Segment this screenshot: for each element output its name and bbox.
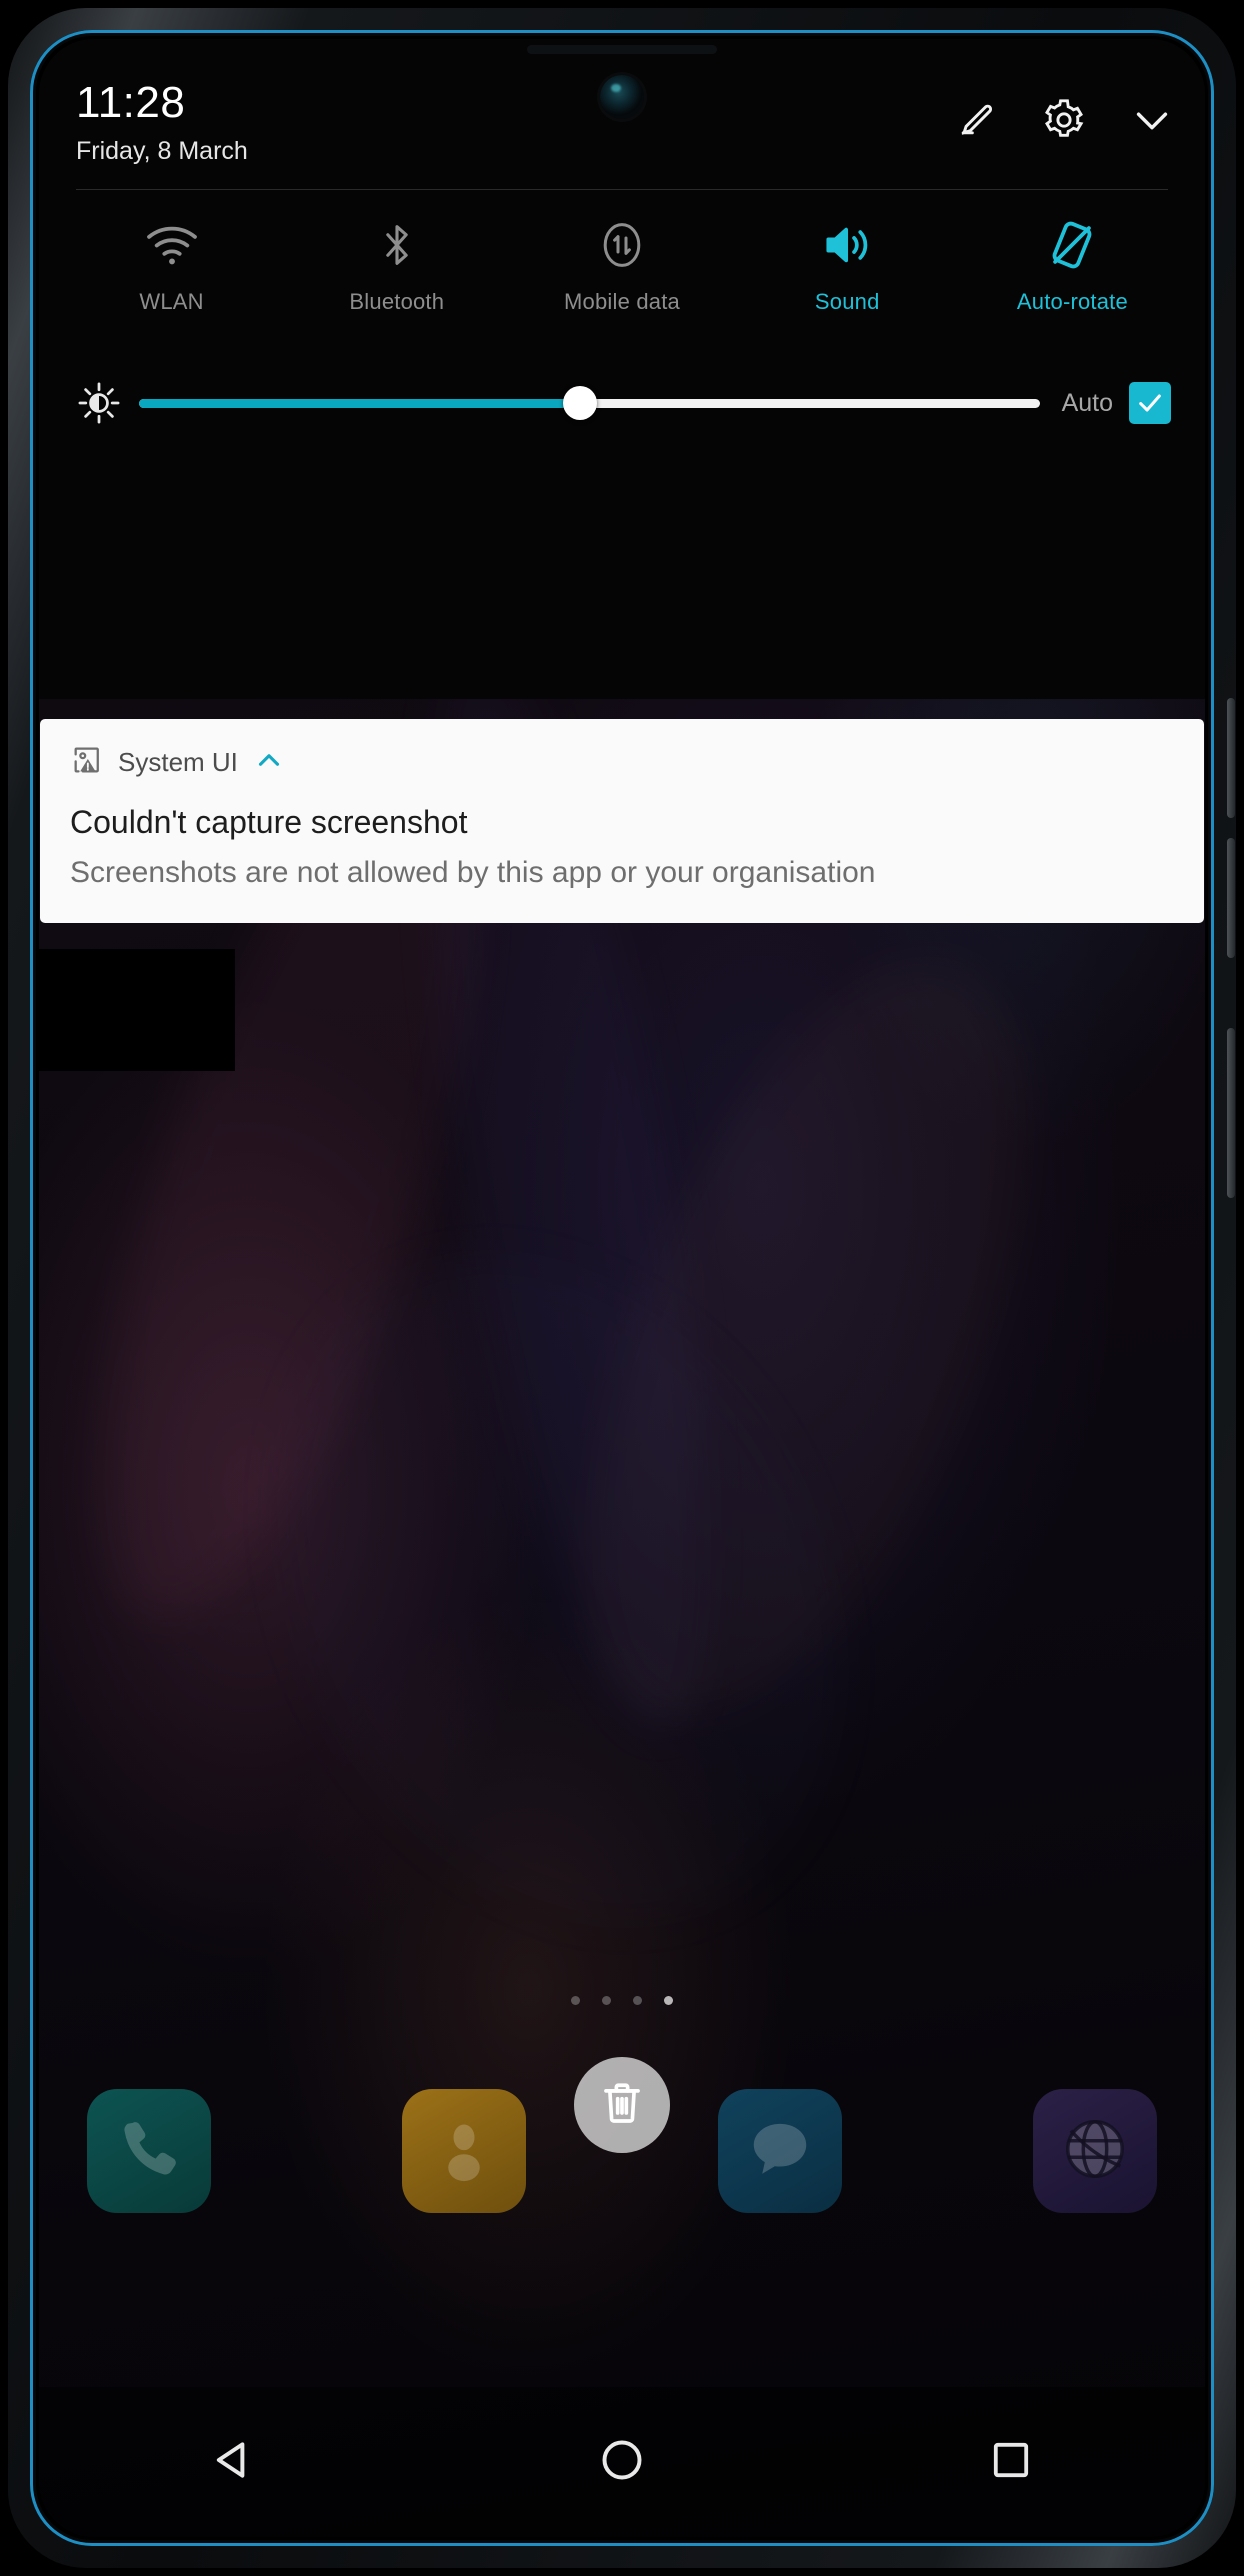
volume-up-button[interactable]	[1227, 698, 1235, 818]
notification-card[interactable]: System UI Couldn't capture screenshot Sc…	[40, 719, 1204, 923]
messages-app[interactable]	[717, 2089, 842, 2213]
quick-toggle-label: Mobile data	[564, 289, 680, 314]
quick-toggle-row: WLAN Bluetooth Mobile data Sound Auto-ro…	[59, 217, 1185, 315]
device-screen: 11:28 Friday, 8 March WLAN Bluetooth Mob…	[39, 39, 1205, 2537]
notification-body: Screenshots are not allowed by this app …	[70, 855, 876, 889]
page-dot[interactable]	[633, 1996, 642, 2005]
front-camera-icon	[600, 75, 644, 119]
auto-rotate-icon	[1045, 217, 1099, 273]
brightness-slider-thumb[interactable]	[563, 386, 598, 420]
status-date: Friday, 8 March	[76, 137, 248, 165]
brightness-slider-fill	[139, 398, 581, 408]
chevron-down-icon[interactable]	[1129, 97, 1175, 143]
settings-icon[interactable]	[1041, 97, 1087, 143]
power-button[interactable]	[1227, 1028, 1235, 1198]
notification-title: Couldn't capture screenshot	[70, 804, 468, 840]
circle-home-icon	[597, 2435, 647, 2490]
recents-button[interactable]	[956, 2407, 1066, 2517]
page-dot-active[interactable]	[664, 1996, 673, 2005]
quick-toggle-mobile-data[interactable]: Mobile data	[509, 217, 734, 315]
bluetooth-icon	[375, 217, 419, 273]
quick-toggle-bluetooth[interactable]: Bluetooth	[284, 217, 509, 315]
remove-trash-button[interactable]	[574, 2057, 670, 2153]
quick-toggle-wlan[interactable]: WLAN	[59, 217, 284, 315]
home-page-indicator	[39, 1996, 1205, 2005]
wifi-icon	[145, 217, 199, 273]
phone-device-frame: 11:28 Friday, 8 March WLAN Bluetooth Mob…	[8, 8, 1236, 2568]
back-button[interactable]	[178, 2407, 288, 2517]
globe-icon	[1057, 2111, 1133, 2192]
phone-app[interactable]	[87, 2089, 211, 2213]
contacts-app[interactable]	[402, 2089, 527, 2213]
earpiece-speaker	[527, 45, 717, 54]
quick-toggle-label: WLAN	[139, 289, 204, 314]
app-window-remnant	[39, 949, 235, 1071]
phone-icon	[113, 2113, 185, 2190]
volume-down-button[interactable]	[1227, 838, 1235, 958]
navigation-bar	[39, 2387, 1205, 2537]
edit-icon[interactable]	[953, 97, 999, 143]
trash-icon	[596, 2077, 648, 2134]
sound-icon	[820, 217, 874, 273]
status-clock: 11:28	[76, 78, 186, 127]
home-button[interactable]	[567, 2407, 677, 2517]
auto-brightness-checkbox[interactable]	[1129, 382, 1171, 424]
quick-toggle-sound[interactable]: Sound	[735, 217, 960, 315]
device-bezel: 11:28 Friday, 8 March WLAN Bluetooth Mob…	[30, 30, 1214, 2546]
brightness-slider[interactable]	[139, 383, 1040, 423]
chevron-up-icon[interactable]	[252, 743, 286, 782]
quick-toggle-label: Sound	[814, 289, 880, 314]
brightness-icon	[73, 381, 125, 425]
contact-icon	[429, 2114, 499, 2189]
square-recents-icon	[987, 2436, 1035, 2489]
page-dot[interactable]	[602, 1996, 611, 2005]
page-dot[interactable]	[571, 1996, 580, 2005]
notification-header: System UI	[70, 743, 1174, 782]
brightness-row: Auto	[73, 367, 1171, 439]
browser-app[interactable]	[1032, 2089, 1157, 2213]
notification-app-name: System UI	[118, 747, 238, 777]
quick-settings-shade: 11:28 Friday, 8 March WLAN Bluetooth Mob…	[39, 39, 1205, 699]
image-warning-icon	[70, 743, 104, 782]
message-icon	[745, 2114, 815, 2189]
quick-toggle-auto-rotate[interactable]: Auto-rotate	[960, 217, 1185, 315]
quick-toggle-label: Bluetooth	[349, 289, 445, 314]
shade-divider	[76, 189, 1168, 190]
shade-action-bar	[953, 97, 1175, 143]
triangle-back-icon	[208, 2435, 258, 2490]
mobile-data-icon	[597, 217, 647, 273]
quick-toggle-label: Auto-rotate	[1016, 289, 1128, 314]
auto-brightness-label: Auto	[1061, 388, 1113, 417]
